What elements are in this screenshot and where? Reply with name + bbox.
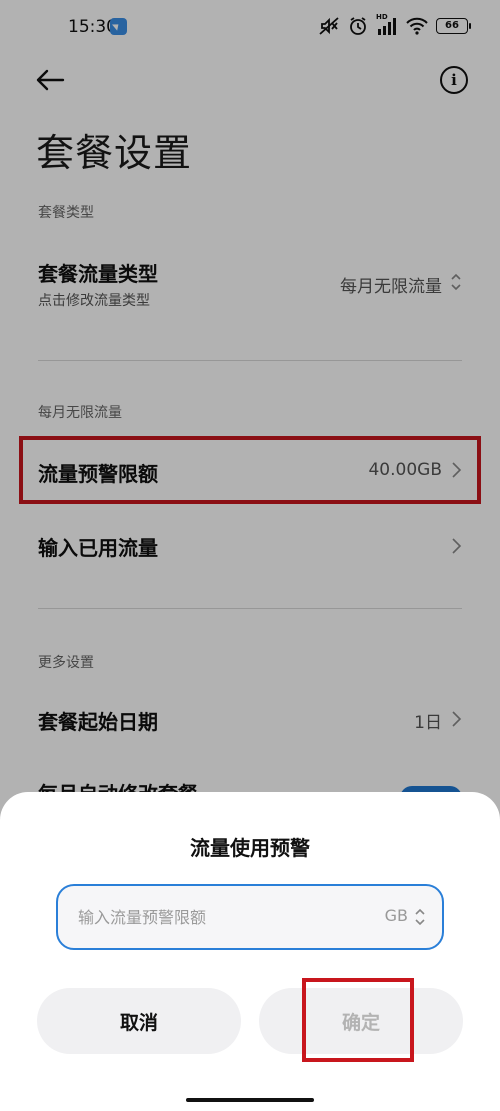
dialog-title: 流量使用预警: [190, 836, 310, 860]
unit-label: GB: [384, 906, 408, 925]
warning-limit-input[interactable]: [78, 886, 368, 948]
highlight-frame-confirm: [302, 978, 414, 1062]
cancel-button[interactable]: 取消: [37, 988, 241, 1054]
unit-selector-icon[interactable]: [414, 908, 426, 926]
traffic-warning-dialog: 流量使用预警 GB 取消 确定: [0, 792, 500, 1111]
warning-limit-input-container[interactable]: GB: [56, 884, 444, 950]
home-indicator[interactable]: [186, 1098, 314, 1102]
